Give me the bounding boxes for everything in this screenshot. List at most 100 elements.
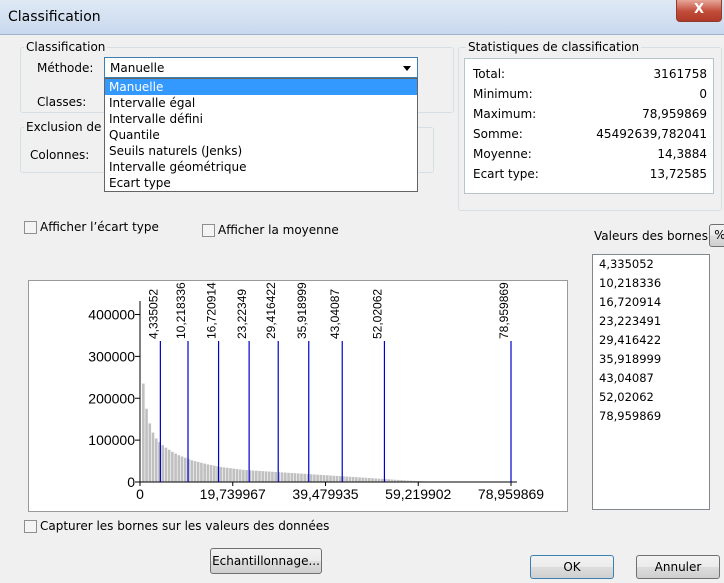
histogram-bar (148, 423, 152, 482)
histogram-bar (238, 469, 242, 482)
histogram-bar (361, 477, 365, 482)
stat-row: Maximum: 78,959869 (473, 107, 707, 123)
ok-button[interactable]: OK (530, 555, 614, 579)
histogram-bar (309, 474, 313, 482)
histogram-bar (290, 472, 294, 482)
stat-value: 0 (699, 87, 707, 101)
histogram-bar (367, 478, 371, 482)
y-tick-label: 400000 (88, 307, 135, 323)
stat-row: Ecart type: 13,72585 (473, 167, 707, 183)
histogram-bar (274, 471, 277, 482)
dropdown-option-intervalle-defini[interactable]: Intervalle défini (105, 111, 417, 127)
histogram-bar (293, 473, 297, 482)
histogram-bar (203, 463, 206, 482)
histogram-bar (206, 464, 210, 482)
histogram-chart[interactable]: 0 100000 200000 300000 400000 0 19,739967 39,47… (28, 280, 568, 512)
histogram-bar (332, 475, 336, 482)
bound-value[interactable]: 43,04087 (593, 369, 709, 388)
break-label: 10,218336 (174, 282, 188, 339)
stat-key: Maximum: (473, 107, 537, 121)
show-mean-label: Afficher la moyenne (218, 223, 339, 237)
dropdown-option-intervalle-egal[interactable]: Intervalle égal (105, 95, 417, 111)
show-std-label: Afficher l’écart type (40, 220, 159, 234)
stat-row: Somme: 45492639,782041 (473, 127, 707, 143)
cancel-button-label: Annuler (654, 560, 702, 574)
classes-label: Classes: (37, 95, 87, 109)
histogram-bar (335, 475, 339, 482)
histogram-bar (287, 472, 290, 482)
histogram-bar (322, 475, 326, 482)
bounds-list[interactable]: 4,335052 10,218336 16,720914 23,223491 2… (592, 254, 710, 510)
dropdown-option-manuelle[interactable]: Manuelle (105, 79, 417, 95)
histogram-bar (258, 470, 261, 482)
exclusion-group-label: Exclusion de d (24, 120, 115, 134)
chevron-down-icon (403, 66, 411, 71)
snap-breaks-checkbox[interactable] (24, 520, 37, 533)
histogram-bar (313, 474, 316, 482)
x-tick-label: 0 (136, 486, 144, 502)
close-button[interactable]: X (676, 0, 722, 22)
histogram-bar (264, 471, 268, 482)
title-bar: Classification X (0, 0, 724, 35)
y-tick-label: 0 (127, 474, 135, 490)
histogram-bar (213, 465, 216, 482)
histogram-bar (377, 478, 381, 482)
stat-key: Moyenne: (473, 147, 532, 161)
histogram-bar (303, 473, 307, 482)
method-select-value: Manuelle (110, 61, 165, 75)
show-std-checkbox[interactable] (24, 221, 37, 234)
stat-row: Minimum: 0 (473, 87, 707, 103)
break-label: 29,416422 (264, 282, 278, 339)
bound-value[interactable]: 23,223491 (593, 312, 709, 331)
histogram-bar (145, 408, 148, 482)
bound-value[interactable]: 16,720914 (593, 293, 709, 312)
cancel-button[interactable]: Annuler (636, 555, 720, 579)
stat-value: 14,3884 (657, 147, 707, 161)
stats-panel: Total: 3161758 Minimum: 0 Maximum: 78,95986… (464, 58, 714, 194)
break-label: 78,959869 (497, 282, 511, 339)
break-label: 43,04087 (328, 289, 342, 339)
method-select[interactable]: Manuelle (104, 57, 418, 78)
dropdown-option-quantile[interactable]: Quantile (105, 127, 417, 143)
histogram-bar (271, 471, 274, 482)
snap-breaks-label: Capturer les bornes sur les valeurs des … (40, 519, 330, 533)
histogram-bar (261, 471, 265, 482)
bound-value[interactable]: 35,918999 (593, 350, 709, 369)
x-tick-label: 39,479935 (292, 486, 358, 502)
method-dropdown-list[interactable]: Manuelle Intervalle égal Intervalle défi… (104, 78, 418, 192)
histogram-bar (348, 476, 352, 482)
dropdown-option-ecart-type[interactable]: Ecart type (105, 175, 417, 191)
bound-value[interactable]: 52,02062 (593, 388, 709, 407)
histogram-bar (180, 456, 184, 482)
histogram-bar (284, 472, 287, 482)
histogram-bar (183, 457, 187, 482)
histogram-bar (296, 473, 300, 482)
histogram-bar (161, 445, 164, 482)
stat-key: Minimum: (473, 87, 533, 101)
window-title: Classification (8, 9, 101, 25)
break-label: 4,335052 (146, 289, 160, 339)
percent-button[interactable]: % (709, 224, 724, 247)
bound-value[interactable]: 4,335052 (593, 255, 709, 274)
histogram-bar (251, 470, 255, 482)
bound-value[interactable]: 10,218336 (593, 274, 709, 293)
classification-group-label: Classification (24, 40, 108, 54)
histogram-bar (174, 453, 177, 482)
bound-value[interactable]: 29,416422 (593, 331, 709, 350)
histogram-bar (242, 469, 245, 482)
histogram-bar (229, 468, 232, 482)
break-label: 52,02062 (370, 289, 384, 339)
histogram-bar (232, 468, 236, 482)
dropdown-option-jenks[interactable]: Seuils naturels (Jenks) (105, 143, 417, 159)
sampling-button[interactable]: Echantillonnage... (210, 548, 322, 574)
show-mean-checkbox[interactable] (202, 224, 215, 237)
histogram-bar (154, 438, 158, 482)
ok-button-label: OK (563, 560, 581, 574)
histogram-bar (193, 461, 197, 482)
stat-key: Somme: (473, 127, 523, 141)
bound-value[interactable]: 78,959869 (593, 407, 709, 426)
close-icon: X (693, 2, 705, 17)
dropdown-option-geometrique[interactable]: Intervalle géométrique (105, 159, 417, 175)
stat-key: Ecart type: (473, 167, 539, 181)
histogram-bar (319, 474, 323, 482)
